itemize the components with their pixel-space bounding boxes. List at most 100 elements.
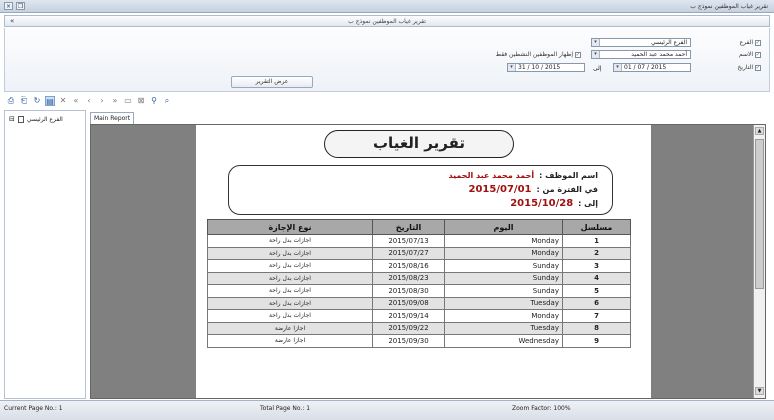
employee-row: اسم الموظف : أحمد محمد عبد الحميد	[448, 171, 598, 180]
window-close-icon[interactable]: ×	[4, 2, 13, 10]
close-icon[interactable]: ✕	[58, 96, 68, 106]
goto-page-icon[interactable]: ▭	[123, 96, 133, 106]
cell-date: 2015/08/30	[372, 284, 445, 298]
filter-panel-header[interactable]: « تقرير غياب الموظفين نموذج ب	[4, 15, 770, 27]
status-bar: Current Page No.: 1 Total Page No.: 1 Zo…	[0, 400, 774, 420]
employee-select[interactable]: ▾ أحمد محمد عبد الحميد	[591, 50, 691, 59]
calendar-dropdown-icon[interactable]: ▾	[614, 64, 622, 71]
cell-date: 2015/07/13	[372, 234, 445, 248]
table-row: اجازات بدل راحة 2015/09/08 Tuesday 6	[207, 296, 631, 310]
toggle-tree-icon[interactable]: ▤	[45, 96, 55, 106]
window-titlebar: × ❐ تقرير غياب الموظفين نموذج ب	[0, 0, 774, 13]
chevron-down-icon[interactable]: ▾	[592, 51, 600, 58]
active-only-filter: ✓ إظهار الموظفين النشطين فقط	[495, 51, 581, 58]
period-from-row: في الفترة من : 2015/07/01	[468, 184, 598, 195]
col-header-serial: مسلسل	[562, 219, 631, 235]
cell-date: 2015/08/16	[372, 259, 445, 273]
period-to-row: إلى : 2015/10/28	[510, 198, 598, 209]
search-icon[interactable]: ⚲	[149, 96, 159, 106]
export-icon[interactable]: ⎙	[6, 96, 16, 106]
cell-day: Tuesday	[444, 321, 563, 335]
cell-type: اجازات بدل راحة	[207, 234, 373, 248]
cell-date: 2015/09/14	[372, 309, 445, 323]
cell-day: Sunday	[444, 284, 563, 298]
table-row: اجازات بدل راحة 2015/07/27 Monday 2	[207, 246, 631, 260]
first-page-icon[interactable]: «	[71, 96, 81, 106]
report-tabs: Main Report	[88, 112, 770, 124]
cell-date: 2015/08/23	[372, 271, 445, 285]
name-filter: ✓ الاسم	[739, 51, 761, 58]
chevron-down-icon[interactable]: ▾	[592, 39, 600, 46]
panel-title: تقرير غياب الموظفين نموذج ب	[348, 18, 426, 25]
scroll-up-icon[interactable]: ▲	[755, 127, 764, 135]
group-tree: ⊟ الفرع الرئيسي	[4, 110, 86, 399]
cell-day: Sunday	[444, 259, 563, 273]
cell-serial: 4	[562, 271, 631, 285]
cell-serial: 7	[562, 309, 631, 323]
date-checkbox[interactable]: ✓	[755, 64, 761, 71]
absence-table: نوع الإجازة التاريخ اليوم مسلسل اجازات ب…	[207, 219, 631, 348]
toolbar-left-group: ⎙ ⎗ ↻ ▤ ✕ « ‹ › » ▭ ⊠ ⚲ ⌕	[6, 96, 172, 106]
window-restore-icon[interactable]: ❐	[16, 2, 25, 10]
cell-date: 2015/07/27	[372, 246, 445, 260]
table-row: اجازات بدل راحة 2015/08/23 Sunday 4	[207, 271, 631, 285]
date-filter: ✓ التاريخ	[737, 64, 761, 71]
cell-serial: 5	[562, 284, 631, 298]
document-icon	[17, 115, 24, 123]
cell-date: 2015/09/22	[372, 321, 445, 335]
tree-node-root[interactable]: ⊟ الفرع الرئيسي	[9, 115, 63, 123]
branch-label: الفرع	[739, 39, 753, 46]
window-controls: × ❐	[4, 2, 25, 10]
active-only-checkbox[interactable]: ✓	[575, 51, 581, 58]
cell-type: اجازات بدل راحة	[207, 246, 373, 260]
viewer-toolbar: ⎙ ⎗ ↻ ▤ ✕ « ‹ › » ▭ ⊠ ⚲ ⌕	[4, 96, 770, 108]
report-title: تقرير الغياب	[324, 130, 514, 158]
cell-type: اجازات بدل راحة	[207, 296, 373, 310]
table-header-row: نوع الإجازة التاريخ اليوم مسلسل	[207, 219, 631, 235]
col-header-type: نوع الإجازة	[207, 219, 373, 235]
branch-select[interactable]: ▾ الفرع الرئيسي	[591, 38, 691, 47]
cell-day: Sunday	[444, 271, 563, 285]
table-row: اجازا عارضة 2015/09/22 Tuesday 8	[207, 321, 631, 335]
col-header-day: اليوم	[444, 219, 563, 235]
refresh-icon[interactable]: ↻	[32, 96, 42, 106]
cell-day: Monday	[444, 309, 563, 323]
scrollbar-thumb[interactable]	[755, 139, 764, 289]
print-icon[interactable]: ⎗	[19, 96, 29, 106]
table-row: اجازات بدل راحة 2015/08/16 Sunday 3	[207, 259, 631, 273]
date-to-label: إلى	[593, 65, 602, 72]
tree-expander-icon[interactable]: ⊟	[9, 115, 15, 123]
cell-date: 2015/09/08	[372, 296, 445, 310]
cell-type: اجازات بدل راحة	[207, 284, 373, 298]
name-checkbox[interactable]: ✓	[755, 51, 761, 58]
scroll-down-icon[interactable]: ▼	[755, 387, 764, 395]
cell-serial: 2	[562, 246, 631, 260]
total-page-status: Total Page No.: 1	[260, 405, 311, 412]
employee-info-box: اسم الموظف : أحمد محمد عبد الحميد في الف…	[228, 165, 613, 215]
collapse-icon[interactable]: «	[10, 16, 14, 27]
table-row: اجازات بدل راحة 2015/08/30 Sunday 5	[207, 284, 631, 298]
date-to-field[interactable]: ▾ 31 / 10 / 2015	[507, 63, 585, 72]
date-from-field[interactable]: ▾ 01 / 07 / 2015	[613, 63, 691, 72]
tab-main-report[interactable]: Main Report	[90, 112, 135, 124]
stop-icon[interactable]: ⊠	[136, 96, 146, 106]
table-row: اجازا عارضة 2015/09/30 Wednesday 9	[207, 334, 631, 348]
name-label: الاسم	[738, 51, 753, 58]
cell-day: Monday	[444, 246, 563, 260]
cell-type: اجازات بدل راحة	[207, 259, 373, 273]
calendar-dropdown-icon[interactable]: ▾	[508, 64, 516, 71]
col-header-date: التاريخ	[372, 219, 445, 235]
branch-filter: ✓ الفرع	[740, 39, 761, 46]
report-viewer: تقرير الغياب اسم الموظف : أحمد محمد عبد …	[90, 124, 766, 399]
date-label: التاريخ	[737, 64, 753, 71]
tree-node-label[interactable]: الفرع الرئيسي	[27, 116, 63, 123]
zoom-icon[interactable]: ⌕	[162, 96, 172, 106]
vertical-scrollbar[interactable]: ▲ ▼	[753, 125, 765, 398]
table-row: اجازات بدل راحة 2015/09/14 Monday 7	[207, 309, 631, 323]
last-page-icon[interactable]: »	[110, 96, 120, 106]
branch-checkbox[interactable]: ✓	[755, 39, 761, 46]
cell-day: Wednesday	[444, 334, 563, 348]
show-report-button[interactable]: عرض التقرير	[231, 76, 313, 88]
prev-page-icon[interactable]: ‹	[84, 96, 94, 106]
next-page-icon[interactable]: ›	[97, 96, 107, 106]
